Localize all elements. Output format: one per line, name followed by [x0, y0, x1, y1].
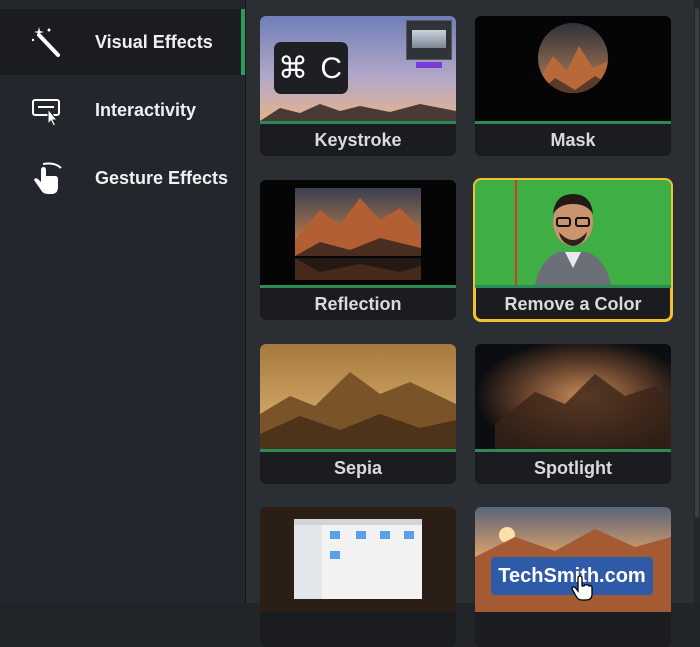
- magic-wand-icon: [28, 23, 66, 61]
- effect-tile-mask[interactable]: Mask: [475, 16, 671, 156]
- watermark-thumbnail: TechSmith.com: [475, 507, 671, 612]
- effects-grid: ⌘ C Keystroke Mask Reflection Remove a C…: [246, 0, 700, 647]
- grid-scrollbar[interactable]: [694, 0, 700, 603]
- keystroke-keycap: ⌘ C: [274, 42, 348, 94]
- effects-sidebar: Visual Effects Interactivity Gesture Eff…: [0, 0, 246, 603]
- effect-tile-watermark[interactable]: TechSmith.com: [475, 507, 671, 647]
- sidebar-item-visual-effects[interactable]: Visual Effects: [0, 9, 245, 75]
- hand-gesture-icon: [28, 159, 66, 197]
- screenshot-thumbnail: [260, 507, 456, 612]
- hand-cursor-icon: [571, 575, 593, 601]
- tile-label: Remove a Color: [504, 294, 642, 314]
- effect-tile-remove-a-color[interactable]: Remove a Color: [473, 178, 673, 322]
- mini-screenshot: [406, 20, 452, 60]
- sidebar-item-label: Visual Effects: [95, 31, 213, 52]
- cursor-click-icon: [28, 91, 66, 129]
- tile-label: Sepia: [333, 458, 383, 478]
- effect-tile-screenshot[interactable]: [260, 507, 456, 647]
- keystroke-thumbnail: ⌘ C: [260, 16, 456, 121]
- sepia-thumbnail: [260, 344, 456, 449]
- scrollbar-thumb[interactable]: [695, 8, 699, 518]
- sidebar-item-label: Interactivity: [95, 99, 197, 120]
- tile-label: Spotlight: [534, 458, 612, 478]
- caption-tag: [416, 62, 442, 68]
- tile-label: Keystroke: [314, 130, 402, 150]
- remove-a-color-thumbnail: [475, 180, 671, 285]
- effect-tile-spotlight[interactable]: Spotlight: [475, 344, 671, 484]
- mask-thumbnail: [475, 16, 671, 121]
- sidebar-item-label: Gesture Effects: [95, 167, 229, 188]
- effect-tile-keystroke[interactable]: ⌘ C Keystroke: [260, 16, 456, 156]
- sidebar-item-gesture-effects[interactable]: Gesture Effects: [0, 145, 245, 211]
- effect-tile-sepia[interactable]: Sepia: [260, 344, 456, 484]
- reflection-thumbnail: [260, 180, 456, 285]
- effect-tile-reflection[interactable]: Reflection: [260, 180, 456, 320]
- spotlight-thumbnail: [475, 344, 671, 449]
- tile-label: Reflection: [314, 294, 402, 314]
- sidebar-item-interactivity[interactable]: Interactivity: [0, 77, 245, 143]
- tile-label: Mask: [550, 130, 596, 150]
